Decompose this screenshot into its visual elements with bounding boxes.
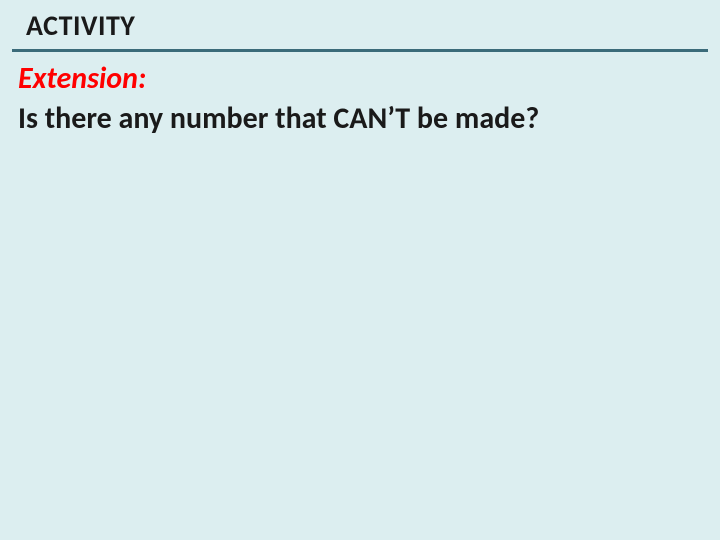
extension-label: Extension: [18, 60, 720, 98]
question-text: Is there any number that CAN’T be made? [18, 100, 720, 138]
page-title: ACTIVITY [26, 8, 720, 43]
header-section: ACTIVITY [0, 0, 720, 43]
content-area: Extension: Is there any number that CAN’… [0, 52, 720, 137]
